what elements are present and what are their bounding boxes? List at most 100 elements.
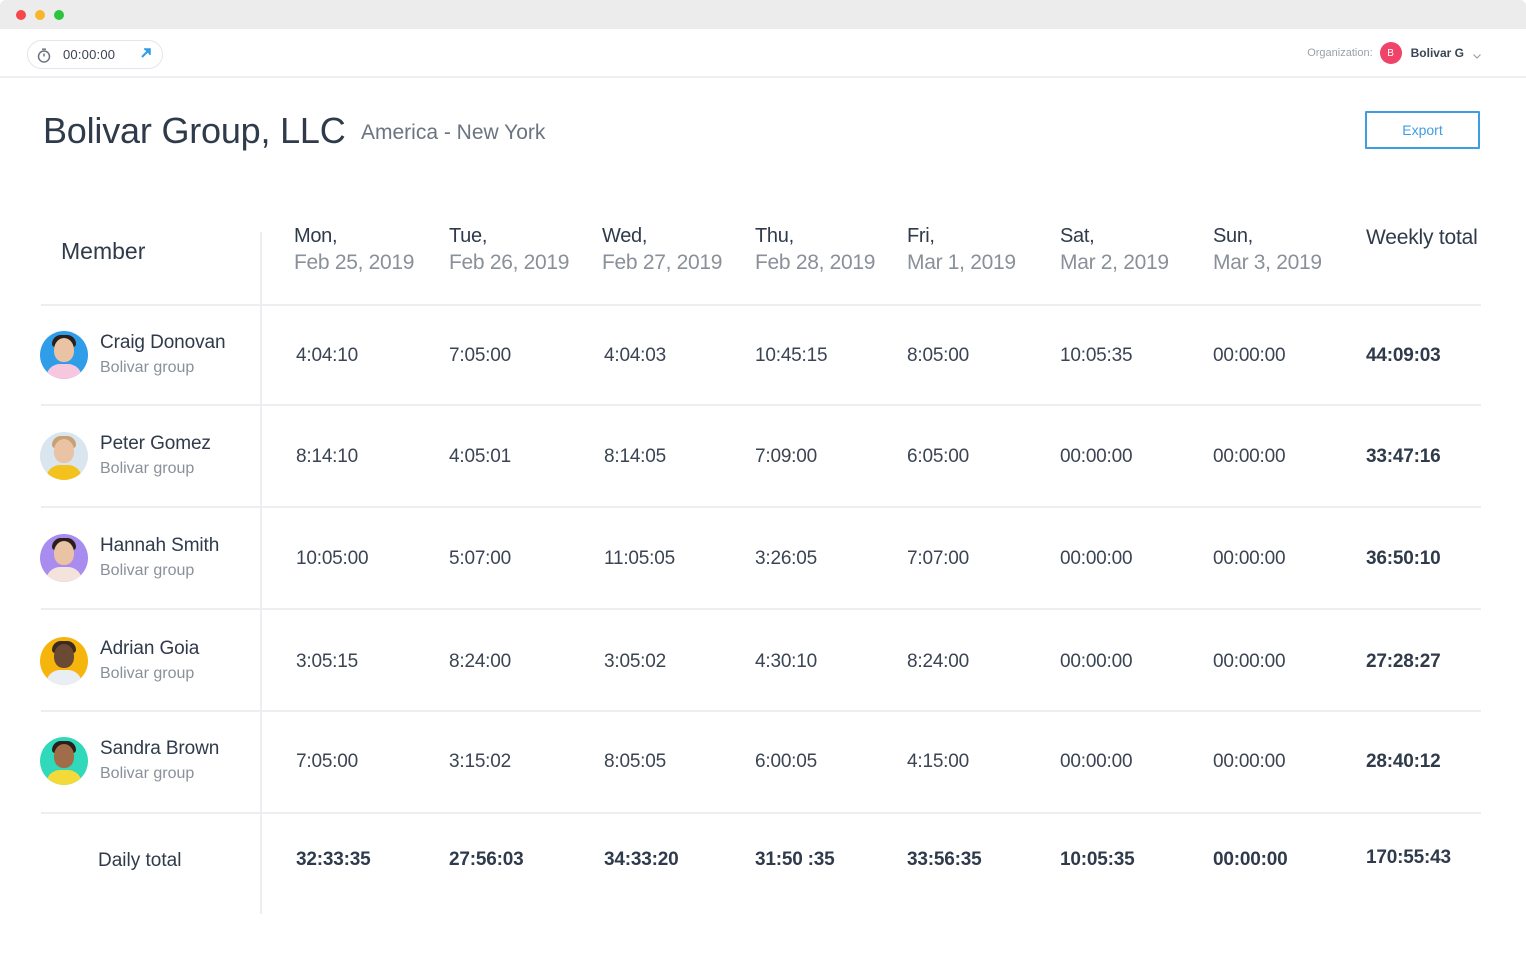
day-column-header[interactable]: Wed, Feb 27, 2019	[602, 223, 722, 277]
window-titlebar	[0, 0, 1526, 29]
member-column-header: Member	[61, 238, 146, 264]
time-cell[interactable]: 00:00:00	[1060, 651, 1133, 673]
row-divider	[41, 304, 1481, 306]
time-cell[interactable]: 00:00:00	[1060, 548, 1133, 570]
daily-total-cell: 31:50 :35	[755, 849, 835, 870]
day-date: Mar 2, 2019	[1060, 251, 1169, 274]
avatar-face	[54, 338, 74, 362]
time-cell[interactable]: 3:26:05	[755, 548, 817, 570]
weekly-total-cell: 44:09:03	[1366, 345, 1441, 366]
avatar-shirt	[46, 770, 82, 785]
time-cell[interactable]: 8:14:10	[296, 446, 358, 468]
day-column-header[interactable]: Mon, Feb 25, 2019	[294, 223, 414, 277]
page-subtitle: America - New York	[361, 121, 546, 144]
member-info: Hannah Smith Bolivar group	[100, 533, 219, 583]
member-group: Bolivar group	[100, 562, 195, 579]
daily-total-cell: 10:05:35	[1060, 849, 1135, 870]
daily-total-cell: 34:33:20	[604, 849, 679, 870]
organization-selector[interactable]: Organization: B Bolivar G	[1307, 41, 1482, 65]
window-maximize-button[interactable]	[54, 10, 64, 20]
member-group: Bolivar group	[100, 665, 195, 682]
member-cell[interactable]: Adrian Goia Bolivar group	[40, 636, 199, 686]
time-cell[interactable]: 8:05:00	[907, 345, 969, 367]
time-cell[interactable]: 8:24:00	[449, 651, 511, 673]
time-cell[interactable]: 8:24:00	[907, 651, 969, 673]
member-group: Bolivar group	[100, 359, 195, 376]
member-cell[interactable]: Sandra Brown Bolivar group	[40, 736, 219, 786]
avatar	[40, 534, 88, 582]
time-cell[interactable]: 4:15:00	[907, 751, 969, 773]
member-name: Sandra Brown	[100, 738, 220, 759]
chevron-down-icon[interactable]	[1472, 48, 1482, 59]
time-cell[interactable]: 00:00:00	[1213, 345, 1286, 367]
avatar-face	[54, 744, 74, 768]
avatar-shirt	[46, 465, 82, 480]
time-cell[interactable]: 6:00:05	[755, 751, 817, 773]
member-info: Sandra Brown Bolivar group	[100, 736, 219, 786]
time-cell[interactable]: 00:00:00	[1060, 751, 1133, 773]
time-cell[interactable]: 5:07:00	[449, 548, 511, 570]
daily-total-cell: 33:56:35	[907, 849, 982, 870]
top-bar: 00:00:00 Organization: B Bolivar G	[0, 29, 1526, 78]
time-cell[interactable]: 4:30:10	[755, 651, 817, 673]
time-cell[interactable]: 00:00:00	[1213, 548, 1286, 570]
arrow-up-right-icon[interactable]	[139, 46, 153, 60]
day-name: Mon,	[294, 225, 338, 247]
day-column-header[interactable]: Thu, Feb 28, 2019	[755, 223, 875, 277]
day-date: Mar 3, 2019	[1213, 251, 1322, 274]
day-date: Feb 27, 2019	[602, 251, 723, 274]
weekly-total-cell: 27:28:27	[1366, 651, 1441, 672]
window-close-button[interactable]	[16, 10, 26, 20]
export-button[interactable]: Export	[1365, 111, 1480, 149]
time-cell[interactable]: 6:05:00	[907, 446, 969, 468]
time-cell[interactable]: 7:05:00	[296, 751, 358, 773]
day-name: Tue,	[449, 225, 488, 247]
row-divider	[41, 812, 1481, 814]
avatar-face	[54, 439, 74, 463]
time-cell[interactable]: 3:15:02	[449, 751, 511, 773]
avatar-shirt	[46, 670, 82, 685]
row-divider	[41, 710, 1481, 712]
day-column-header[interactable]: Sat, Mar 2, 2019	[1060, 223, 1169, 277]
member-cell[interactable]: Peter Gomez Bolivar group	[40, 431, 211, 481]
time-cell[interactable]: 3:05:02	[604, 651, 666, 673]
daily-total-label: Daily total	[98, 850, 182, 871]
time-cell[interactable]: 00:00:00	[1213, 446, 1286, 468]
day-date: Feb 25, 2019	[294, 251, 415, 274]
time-cell[interactable]: 4:04:10	[296, 345, 358, 367]
time-cell[interactable]: 10:05:35	[1060, 345, 1133, 367]
row-divider	[41, 608, 1481, 610]
member-cell[interactable]: Craig Donovan Bolivar group	[40, 330, 226, 380]
row-divider	[41, 506, 1481, 508]
member-group: Bolivar group	[100, 460, 195, 477]
time-cell[interactable]: 4:04:03	[604, 345, 666, 367]
time-cell[interactable]: 8:05:05	[604, 751, 666, 773]
time-cell[interactable]: 00:00:00	[1213, 651, 1286, 673]
time-cell[interactable]: 00:00:00	[1213, 751, 1286, 773]
time-cell[interactable]: 8:14:05	[604, 446, 666, 468]
avatar	[40, 432, 88, 480]
time-cell[interactable]: 7:09:00	[755, 446, 817, 468]
avatar	[40, 637, 88, 685]
member-cell[interactable]: Hannah Smith Bolivar group	[40, 533, 219, 583]
day-column-header[interactable]: Tue, Feb 26, 2019	[449, 223, 569, 277]
time-cell[interactable]: 7:07:00	[907, 548, 969, 570]
member-name: Craig Donovan	[100, 332, 226, 353]
timer-widget[interactable]: 00:00:00	[27, 40, 163, 69]
day-column-header[interactable]: Sun, Mar 3, 2019	[1213, 223, 1322, 277]
daily-total-cell: 27:56:03	[449, 849, 524, 870]
page-title: Bolivar Group, LLC	[43, 110, 346, 151]
time-cell[interactable]: 7:05:00	[449, 345, 511, 367]
day-name: Sat,	[1060, 225, 1095, 247]
day-date: Feb 28, 2019	[755, 251, 876, 274]
time-cell[interactable]: 11:05:05	[604, 548, 675, 570]
member-info: Adrian Goia Bolivar group	[100, 636, 199, 686]
window-minimize-button[interactable]	[35, 10, 45, 20]
time-cell[interactable]: 4:05:01	[449, 446, 511, 468]
weekly-total-cell: 36:50:10	[1366, 548, 1441, 569]
time-cell[interactable]: 10:05:00	[296, 548, 369, 570]
time-cell[interactable]: 00:00:00	[1060, 446, 1133, 468]
time-cell[interactable]: 10:45:15	[755, 345, 828, 367]
time-cell[interactable]: 3:05:15	[296, 651, 358, 673]
day-column-header[interactable]: Fri, Mar 1, 2019	[907, 223, 1016, 277]
